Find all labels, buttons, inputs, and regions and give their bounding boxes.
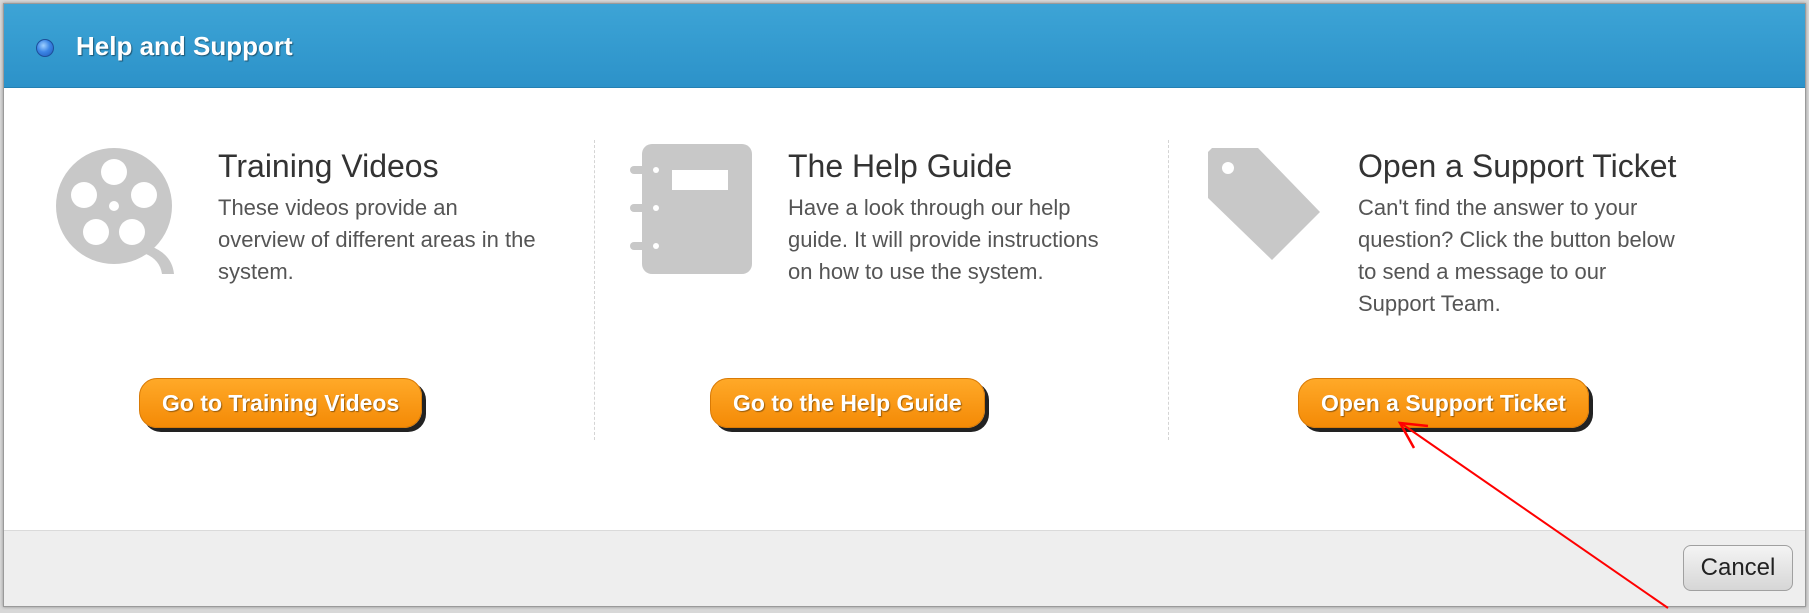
- help-support-dialog: Help and Support Training Videos These v: [3, 3, 1806, 607]
- cancel-button[interactable]: Cancel: [1683, 545, 1793, 591]
- support-ticket-description: Can't find the answer to your question? …: [1358, 195, 1675, 316]
- dialog-footer: Cancel: [4, 530, 1805, 606]
- dialog-titlebar: Help and Support: [4, 4, 1805, 88]
- training-videos-title: Training Videos: [218, 148, 439, 184]
- dialog-title: Help and Support: [76, 31, 293, 61]
- help-guide-title: The Help Guide: [788, 148, 1013, 184]
- open-support-ticket-button[interactable]: Open a Support Ticket: [1298, 378, 1589, 428]
- tag-icon: [1206, 146, 1324, 269]
- notebook-icon: [630, 142, 754, 281]
- help-guide-description: Have a look through our help guide. It w…: [788, 195, 1099, 284]
- help-guide-section: The Help Guide Have a look through our h…: [594, 88, 1168, 530]
- support-ticket-section: Open a Support Ticket Can't find the ans…: [1168, 88, 1805, 530]
- dialog-content: Training Videos These videos provide an …: [4, 88, 1805, 530]
- film-reel-icon: [54, 146, 188, 279]
- go-to-training-videos-button[interactable]: Go to Training Videos: [139, 378, 423, 428]
- support-ticket-title: Open a Support Ticket: [1358, 148, 1677, 184]
- training-videos-description: These videos provide an overview of diff…: [218, 195, 536, 284]
- go-to-help-guide-button[interactable]: Go to the Help Guide: [710, 378, 985, 428]
- training-videos-section: Training Videos These videos provide an …: [4, 88, 594, 530]
- title-bullet-icon: [36, 39, 54, 57]
